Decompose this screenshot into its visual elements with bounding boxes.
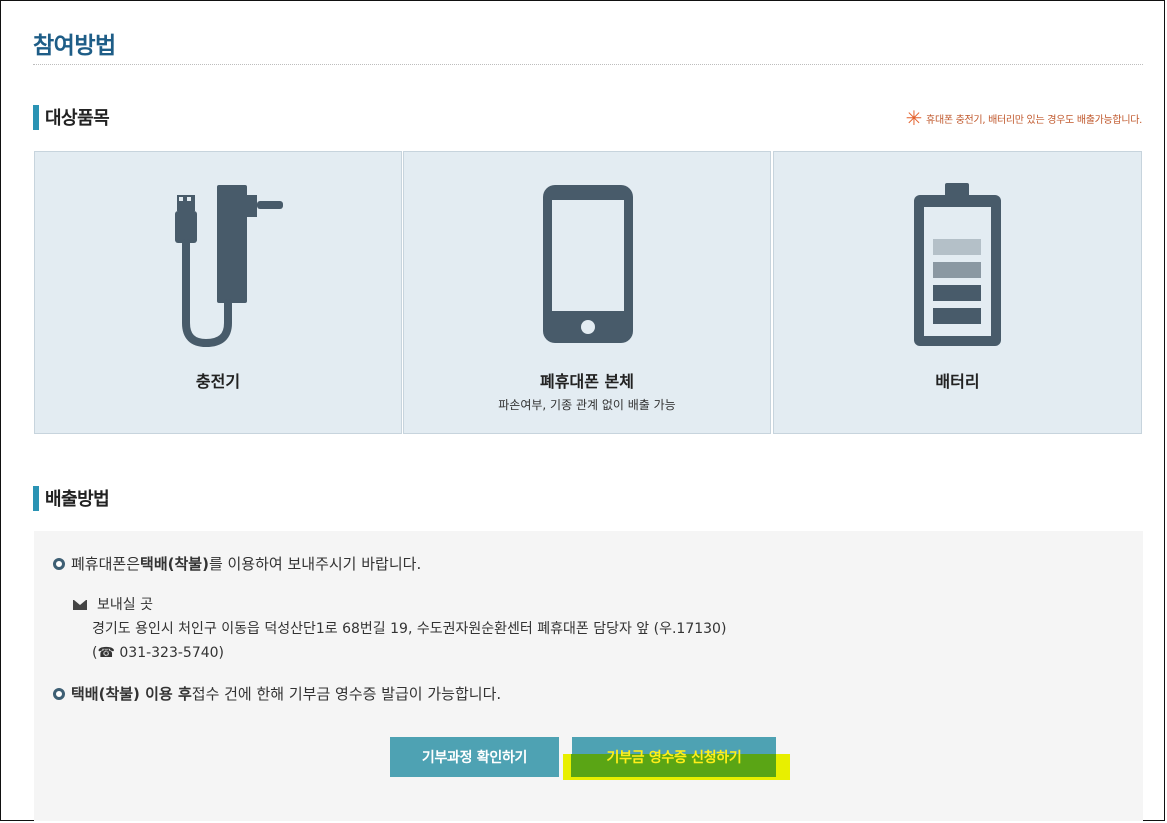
battery-icon <box>914 183 1001 346</box>
line2-suffix: 접수 건에 한해 기부금 영수증 발급이 가능합니다. <box>191 685 502 703</box>
card-subtitle-phone: 파손여부, 기종 관계 없이 배출 가능 <box>498 398 676 412</box>
item-card-phone: 폐휴대폰 본체 파손여부, 기종 관계 없이 배출 가능 <box>403 151 771 434</box>
charger-icon <box>175 185 283 348</box>
address-label: 보내실 곳 <box>97 597 153 613</box>
envelope-icon <box>73 600 87 610</box>
disposal-section-title: 배출방법 <box>45 489 110 510</box>
line1-prefix: 폐휴대폰은 <box>71 555 141 573</box>
item-card-charger: 충전기 <box>34 151 402 434</box>
card-title-battery: 배터리 <box>935 372 980 391</box>
line1-bold: 택배(착불) <box>140 555 209 573</box>
items-section-title: 대상품목 <box>45 108 110 129</box>
item-card-battery: 배터리 <box>773 151 1142 434</box>
section-accent-bar <box>33 485 39 511</box>
phone-icon: ☎ <box>97 645 115 661</box>
line2-bold: 택배(착불) 이용 후 <box>71 685 192 703</box>
line1-suffix: 를 이용하여 보내주시기 바랍니다. <box>208 555 422 573</box>
address-block: 보내실 곳 경기도 용인시 처인구 이동읍 덕성산단1로 68번길 19, 수도… <box>73 593 726 665</box>
donation-process-button[interactable]: 기부과정 확인하기 <box>390 737 559 777</box>
phone-icon <box>543 185 633 343</box>
bullet-ring-icon <box>53 557 65 570</box>
disposal-info-box: 폐휴대폰은 택배(착불) 를 이용하여 보내주시기 바랍니다. 보내실 곳 경기… <box>34 531 1143 821</box>
bullet-ring-icon <box>53 687 65 700</box>
donation-receipt-button[interactable]: 기부금 영수증 신청하기 <box>572 737 776 777</box>
title-divider <box>33 64 1143 65</box>
items-note: ✳ 휴대폰 충전기, 배터리만 있는 경우도 배출가능합니다. <box>905 106 1143 130</box>
address-text: 경기도 용인시 처인구 이동읍 덕성산단1로 68번길 19, 수도권자원순환센… <box>92 621 727 637</box>
address-label-row: 보내실 곳 <box>73 593 726 617</box>
items-section-header: 대상품목 <box>33 104 110 130</box>
card-title-charger: 충전기 <box>195 372 241 391</box>
disposal-section-header: 배출방법 <box>33 485 110 511</box>
disposal-line-2: 택배(착불) 이용 후 접수 건에 한해 기부금 영수증 발급이 가능합니다. <box>53 683 501 704</box>
asterisk-icon: ✳ <box>905 106 923 130</box>
page-title: 참여방법 <box>33 33 116 59</box>
phone-number: 031-323-5740) <box>119 645 225 661</box>
section-accent-bar <box>33 104 39 130</box>
disposal-line-1: 폐휴대폰은 택배(착불) 를 이용하여 보내주시기 바랍니다. <box>53 553 421 574</box>
phone-row: (☎ 031-323-5740) <box>73 641 726 665</box>
items-note-text: 휴대폰 충전기, 배터리만 있는 경우도 배출가능합니다. <box>926 114 1142 126</box>
card-title-phone: 폐휴대폰 본체 <box>540 372 634 391</box>
